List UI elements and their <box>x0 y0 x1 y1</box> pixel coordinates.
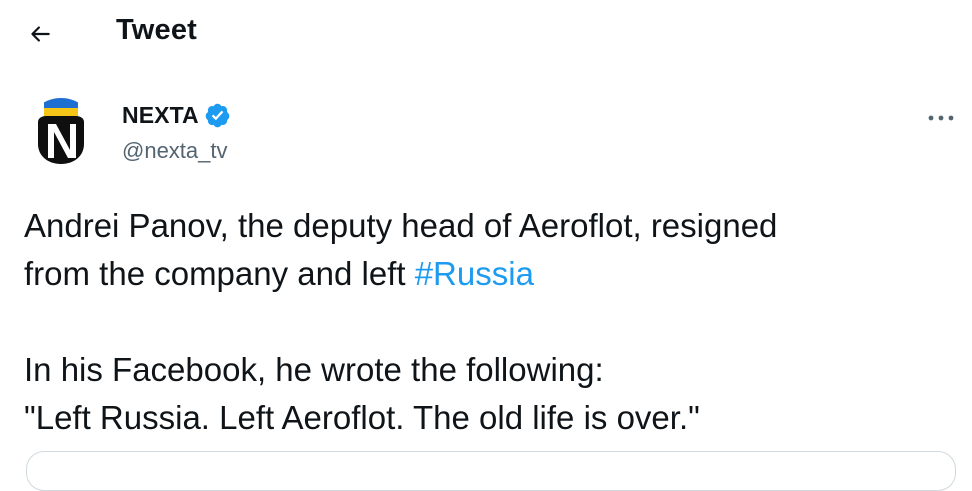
tweet-line: In his Facebook, he wrote the following: <box>24 351 604 388</box>
more-horizontal-icon <box>928 115 954 121</box>
arrow-left-icon <box>31 26 50 42</box>
author-handle[interactable]: @nexta_tv <box>122 138 228 164</box>
nexta-logo-icon <box>26 98 96 168</box>
tweet-line: from the company and left #Russia <box>24 250 954 298</box>
verified-badge-icon <box>205 103 230 128</box>
hashtag-link[interactable]: #Russia <box>415 255 534 292</box>
page-title: Tweet <box>116 14 198 46</box>
avatar[interactable] <box>26 98 96 168</box>
tweet-line: "Left Russia. Left Aeroflot. The old lif… <box>24 399 700 436</box>
author-name-row[interactable]: NEXTA <box>122 102 231 129</box>
embedded-card[interactable] <box>26 451 956 491</box>
tweet-text-segment: from the company and left <box>24 255 415 292</box>
tweet-text: Andrei Panov, the deputy head of Aeroflo… <box>24 202 954 442</box>
more-button[interactable] <box>924 104 958 132</box>
tweet-header: Tweet <box>0 0 972 66</box>
author-name: NEXTA <box>122 102 199 128</box>
back-button[interactable] <box>22 16 58 52</box>
tweet-line: Andrei Panov, the deputy head of Aeroflo… <box>24 207 778 244</box>
